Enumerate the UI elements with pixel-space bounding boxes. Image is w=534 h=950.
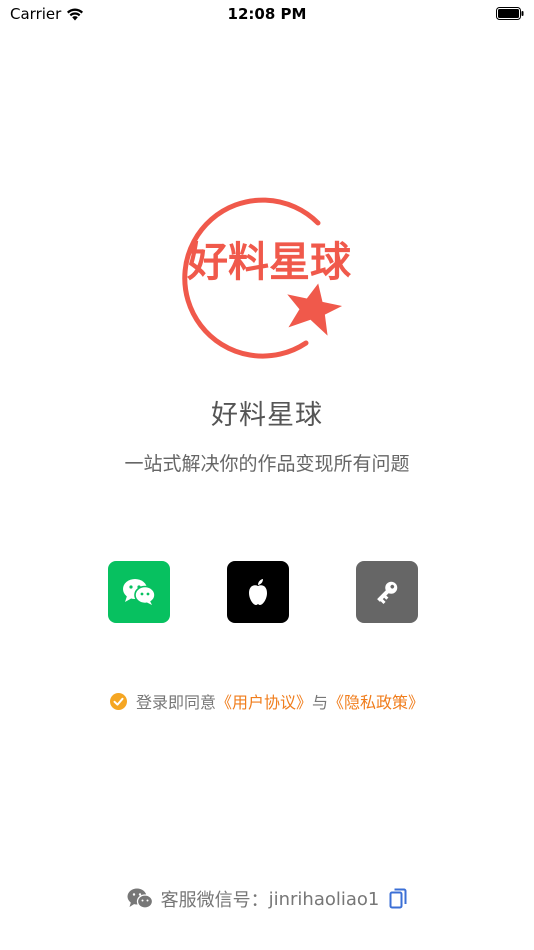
contact-wechat-id: jinrihaoliao1 [268, 888, 380, 910]
account-login-button[interactable] [356, 561, 418, 623]
wechat-icon [127, 888, 153, 909]
agree-checkbox-icon[interactable] [109, 692, 127, 710]
customer-service-contact: 客服微信号： jinrihaoliao1 [0, 886, 534, 912]
app-name: 好料星球 [211, 400, 323, 431]
user-agreement-link[interactable]: 《用户协议》 [216, 689, 312, 713]
agreement-conjunction: 与 [312, 693, 329, 712]
contact-label: 客服微信号： [160, 890, 269, 911]
wechat-icon [123, 579, 156, 605]
apple-login-button[interactable] [227, 561, 289, 623]
apple-icon [249, 579, 267, 605]
wechat-login-button[interactable] [108, 561, 170, 623]
copy-icon[interactable] [389, 888, 407, 910]
status-bar: Carrier 12:08 PM [0, 0, 534, 28]
agreement-row: 登录即同意 《用户协议》 与 《隐私政策》 [0, 689, 534, 713]
agreement-prefix: 登录即同意 [135, 693, 216, 712]
logo-text: 好料星球 [186, 238, 352, 286]
app-logo: 好料星球 [182, 197, 352, 359]
logo-star-icon [287, 283, 343, 336]
app-slogan: 一站式解决你的作品变现所有问题 [124, 453, 410, 475]
status-time: 12:08 PM [227, 5, 307, 23]
battery-icon [496, 7, 524, 20]
privacy-policy-link[interactable]: 《隐私政策》 [328, 689, 424, 713]
key-icon [377, 581, 398, 605]
